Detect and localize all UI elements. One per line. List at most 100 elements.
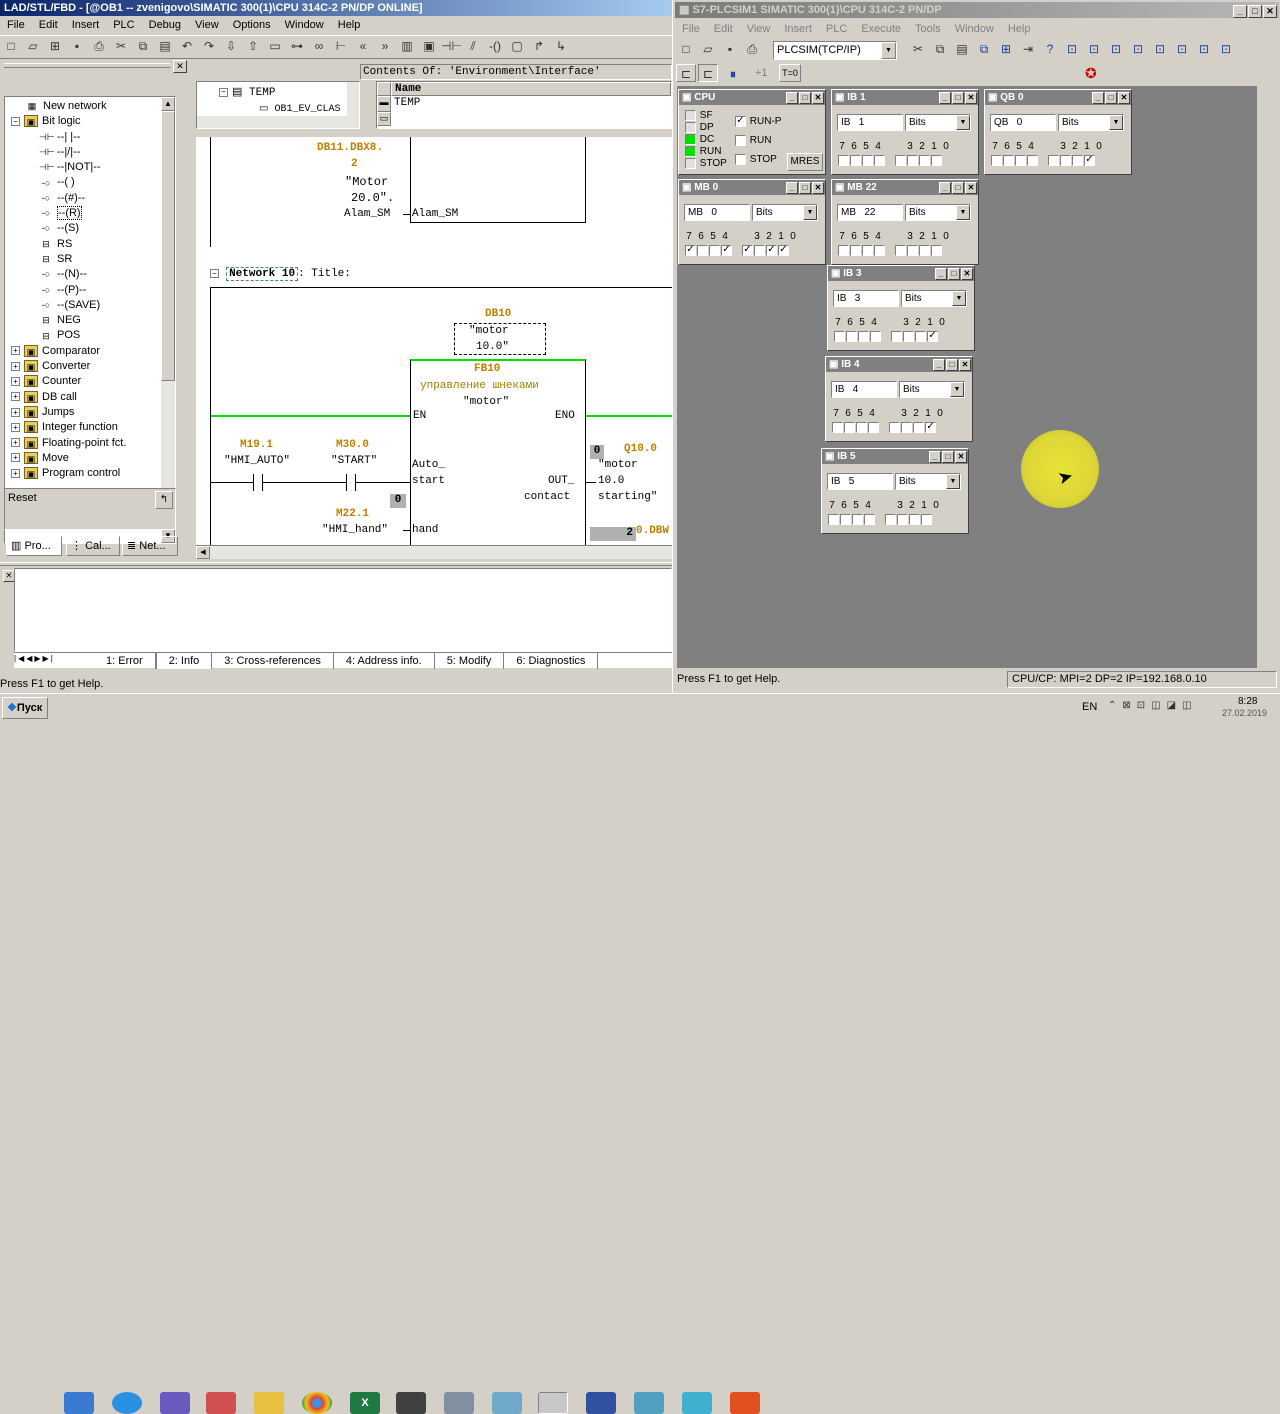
bit-4-checkbox[interactable] bbox=[864, 514, 875, 525]
bit-4-checkbox[interactable] bbox=[870, 331, 881, 342]
address-field[interactable]: IB 1 bbox=[837, 114, 903, 131]
scan-continuous-icon[interactable]: ⊏ bbox=[698, 64, 718, 82]
bit-1-checkbox[interactable] bbox=[1072, 155, 1083, 166]
io-minimize-icon[interactable]: _ bbox=[929, 451, 941, 464]
bit-4-checkbox[interactable] bbox=[1027, 155, 1038, 166]
code-area[interactable]: DB11.DBX8. 2 "Motor 20.0". Alam_SM Alam_… bbox=[196, 137, 672, 545]
menu-item-help[interactable]: Help bbox=[331, 16, 368, 34]
io-window-mb-0[interactable]: ▣ MB 0 _ □ ✕ MB 0 Bits ▼ 7 6 5 4 3 2 1 0 ✓ ✓ ✓ ✓ ✓ bbox=[678, 179, 826, 265]
tab-nav-icons[interactable]: |◀◀▶▶| bbox=[14, 654, 55, 663]
glasses-icon[interactable]: ∞ bbox=[309, 37, 329, 55]
catalog-item[interactable]: + ▣ Floating-point fct. bbox=[11, 436, 161, 451]
open-icon[interactable]: ▱ bbox=[23, 37, 43, 55]
coil-tool-icon[interactable]: -() bbox=[485, 37, 505, 55]
io-close-icon[interactable]: ✕ bbox=[959, 359, 971, 372]
branch-icon[interactable]: ⊢ bbox=[331, 37, 351, 55]
taskbar-media-icon[interactable] bbox=[64, 1392, 94, 1414]
plcsim-paste-icon[interactable]: ▤ bbox=[952, 40, 972, 58]
bit-7-checkbox[interactable] bbox=[838, 155, 849, 166]
mres-button[interactable]: MRES bbox=[787, 153, 823, 171]
plcsim-menu-help[interactable]: Help bbox=[1001, 20, 1038, 38]
collapse-icon[interactable]: − bbox=[219, 87, 228, 97]
address-field[interactable]: IB 4 bbox=[831, 381, 897, 398]
bit-0-checkbox[interactable]: ✓ bbox=[778, 245, 789, 256]
io-maximize-icon[interactable]: □ bbox=[799, 182, 811, 195]
catalog-item[interactable]: ⊟ SR bbox=[11, 252, 161, 267]
expand-icon[interactable]: + bbox=[11, 453, 20, 463]
io-maximize-icon[interactable]: □ bbox=[1105, 92, 1117, 105]
tab-error[interactable]: 1: Error bbox=[94, 653, 156, 669]
insert-timer-icon[interactable]: ⊡ bbox=[1128, 40, 1148, 58]
download-icon[interactable]: ⇩ bbox=[221, 37, 241, 55]
plcsim-menu-edit[interactable]: Edit bbox=[707, 20, 740, 38]
pushpin-icon[interactable]: ✪ bbox=[1085, 65, 1097, 82]
format-select[interactable]: Bits ▼ bbox=[901, 290, 967, 307]
bit-2-checkbox[interactable] bbox=[903, 331, 914, 342]
plcsim-new-icon[interactable]: □ bbox=[676, 40, 696, 58]
format-select[interactable]: Bits ▼ bbox=[1058, 114, 1124, 131]
minimize-icon[interactable]: _ bbox=[1233, 4, 1247, 18]
plcsim-menu-view[interactable]: View bbox=[740, 20, 778, 38]
io-window-title-bar[interactable]: ▣ IB 3 _ □ ✕ bbox=[828, 266, 974, 281]
splitter[interactable] bbox=[0, 562, 672, 566]
catalog-item[interactable]: ⊟ RS bbox=[11, 237, 161, 252]
io-maximize-icon[interactable]: □ bbox=[942, 451, 954, 464]
address-field[interactable]: IB 3 bbox=[833, 290, 899, 307]
catalog-scroll-thumb[interactable] bbox=[161, 111, 175, 381]
info-panel[interactable] bbox=[14, 568, 672, 652]
catalog-item[interactable]: + ▣ Integer function bbox=[11, 420, 161, 435]
cpu-maximize-icon[interactable]: □ bbox=[799, 92, 811, 105]
insert-vertical-icon[interactable]: ⊡ bbox=[1194, 40, 1214, 58]
bit-7-checkbox[interactable] bbox=[832, 422, 843, 433]
bit-1-checkbox[interactable] bbox=[919, 245, 930, 256]
save-icon[interactable]: ▪ bbox=[67, 37, 87, 55]
bit-6-checkbox[interactable] bbox=[1003, 155, 1014, 166]
collapse-icon[interactable]: − bbox=[11, 116, 20, 126]
bit-1-checkbox[interactable]: ✓ bbox=[766, 245, 777, 256]
expand-icon[interactable]: + bbox=[11, 407, 20, 417]
taskbar-excel-icon[interactable]: X bbox=[350, 1392, 380, 1414]
menu-item-options[interactable]: Options bbox=[226, 16, 278, 34]
bit-3-checkbox[interactable] bbox=[885, 514, 896, 525]
cpu-window[interactable]: ▣ CPU _ □ ✕ SF DP DC RUN STOP ✓ RUN-P RUN … bbox=[678, 89, 826, 175]
catalog-item[interactable]: + ▣ Counter bbox=[11, 374, 161, 389]
format-select[interactable]: Bits ▼ bbox=[905, 204, 971, 221]
expand-icon[interactable]: + bbox=[11, 361, 20, 371]
close-icon[interactable]: ✕ bbox=[1263, 4, 1277, 18]
help-arrow-icon[interactable]: ↰ bbox=[155, 491, 173, 509]
bit-6-checkbox[interactable] bbox=[697, 245, 708, 256]
bit-2-checkbox[interactable] bbox=[897, 514, 908, 525]
contact-no-tool-icon[interactable]: ⊣⊢ bbox=[441, 37, 462, 55]
start-button[interactable]: ❖Пуск bbox=[2, 697, 48, 719]
io-window-ib-4[interactable]: ▣ IB 4 _ □ ✕ IB 4 Bits ▼ 7 6 5 4 3 2 1 0 ✓ bbox=[825, 356, 973, 442]
new-icon[interactable]: □ bbox=[1, 37, 21, 55]
io-window-title-bar[interactable]: ▣ MB 22 _ □ ✕ bbox=[832, 180, 978, 195]
insert-generic-icon[interactable]: ⊡ bbox=[1172, 40, 1192, 58]
catalog-item[interactable]: + ▣ Converter bbox=[11, 359, 161, 374]
io-maximize-icon[interactable]: □ bbox=[946, 359, 958, 372]
insert-counter-icon[interactable]: ⊡ bbox=[1150, 40, 1170, 58]
catalog-item[interactable]: -○ --(SAVE) bbox=[11, 298, 161, 313]
io-maximize-icon[interactable]: □ bbox=[948, 268, 960, 281]
tab-modify[interactable]: 5: Modify bbox=[435, 653, 505, 669]
tab-address-info[interactable]: 4: Address info. bbox=[334, 653, 435, 669]
plcsim-print-icon[interactable]: ⎙ bbox=[742, 40, 762, 58]
language-indicator[interactable]: EN bbox=[1082, 701, 1097, 713]
accessible-nodes-icon[interactable]: ⊞ bbox=[45, 37, 65, 55]
chevron-down-icon[interactable]: ▼ bbox=[881, 42, 896, 59]
bit-4-checkbox[interactable] bbox=[874, 155, 885, 166]
address-field[interactable]: IB 5 bbox=[827, 473, 893, 490]
chevron-down-icon[interactable]: ▼ bbox=[1109, 115, 1123, 130]
bit-6-checkbox[interactable] bbox=[846, 331, 857, 342]
bit-2-checkbox[interactable] bbox=[901, 422, 912, 433]
tray-icons[interactable]: ⌃⊠⊡◫◪◫ bbox=[1108, 700, 1197, 711]
interface-tree-root[interactable]: − ▤ TEMP bbox=[219, 85, 275, 99]
copy-icon[interactable]: ⧉ bbox=[133, 37, 153, 55]
catalog-item[interactable]: ⊣⊢ --| |-- bbox=[11, 130, 161, 145]
pause-icon[interactable]: ⏸ bbox=[723, 65, 743, 83]
expand-icon[interactable]: + bbox=[11, 392, 20, 402]
bit-0-checkbox[interactable] bbox=[931, 245, 942, 256]
catalog-grip[interactable] bbox=[4, 63, 170, 68]
expand-icon[interactable]: + bbox=[11, 468, 20, 478]
interface-tree[interactable]: − ▤ TEMP ▭ OB1_EV_CLAS bbox=[196, 81, 360, 129]
